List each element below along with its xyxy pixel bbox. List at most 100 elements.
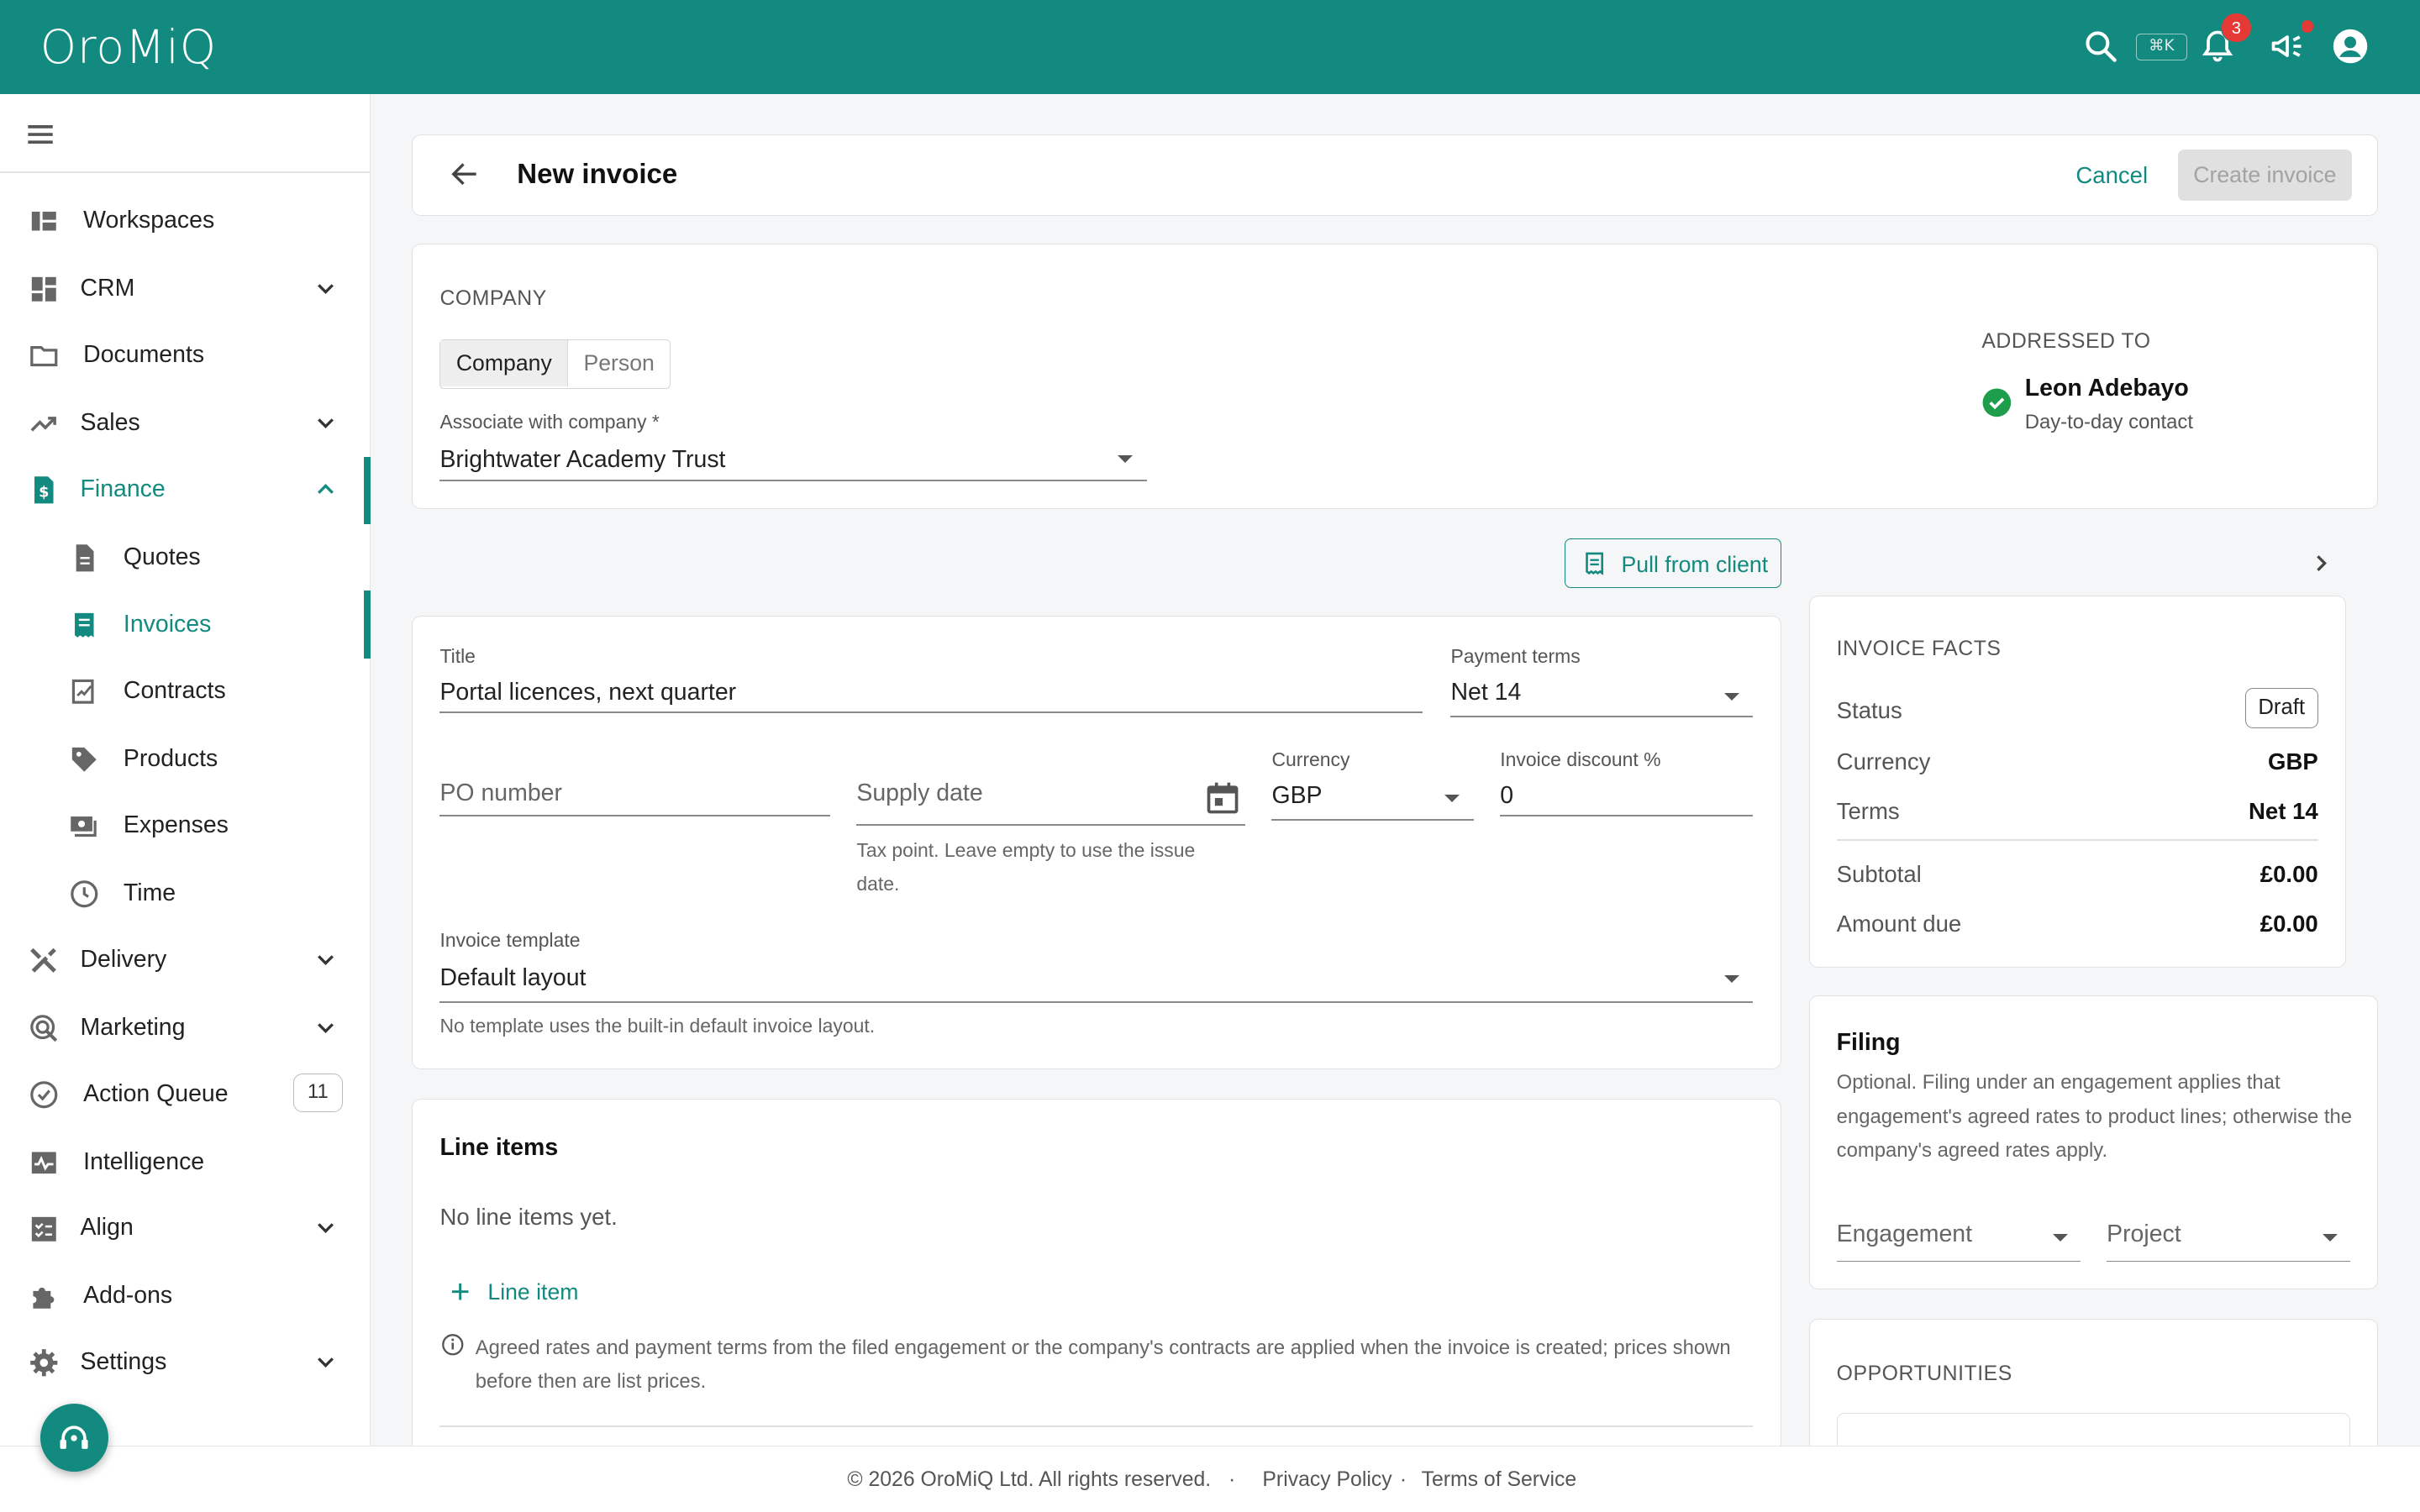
footer-separator: · — [1399, 1467, 1407, 1491]
chevron-down-icon[interactable] — [312, 1214, 339, 1242]
cancel-button[interactable]: Cancel — [2075, 162, 2148, 189]
sidebar-item-expenses[interactable]: Expenses — [0, 795, 371, 856]
help-button[interactable] — [39, 1404, 108, 1473]
sidebar-item-label: Documents — [83, 340, 205, 368]
sidebar-item-label: Sales — [80, 408, 140, 436]
sidebar-item-label: Delivery — [80, 945, 167, 973]
campaign-icon — [30, 1015, 58, 1042]
sidebar-item-label: Action Queue — [83, 1079, 229, 1107]
sidebar-item-marketing[interactable]: Marketing — [0, 997, 371, 1058]
sidebar-item-label: Contracts — [123, 677, 226, 705]
sidebar-item-documents[interactable]: Documents — [0, 324, 371, 386]
currency-select[interactable]: GBP — [1271, 782, 1322, 810]
pull-from-client-button[interactable]: Pull from client — [1565, 538, 1781, 588]
payment-terms-select[interactable]: Net 14 — [1450, 679, 1521, 706]
dropdown-caret-icon[interactable] — [1444, 794, 1460, 802]
associate-company-label: Associate with company * — [439, 410, 660, 433]
dropdown-caret-icon[interactable] — [1117, 454, 1133, 463]
dropdown-caret-icon[interactable] — [1723, 974, 1739, 983]
supply-date-input[interactable]: Supply date — [856, 780, 982, 807]
chevron-down-icon[interactable] — [312, 946, 339, 974]
sidebar-item-label: Invoices — [123, 611, 212, 638]
announcement-dot — [2301, 19, 2314, 33]
title-input[interactable]: Portal licences, next quarter — [439, 679, 736, 706]
sidebar-item-label: Workspaces — [83, 207, 215, 234]
add-line-item-button[interactable]: Line item — [487, 1279, 578, 1305]
back-arrow-icon[interactable] — [448, 157, 481, 191]
invoice-template-helper: No template uses the built-in default in… — [439, 1015, 876, 1037]
pull-from-client-label: Pull from client — [1621, 551, 1769, 577]
po-number-input[interactable]: PO number — [439, 780, 562, 807]
trending-up-icon — [30, 416, 56, 432]
invoice-template-select[interactable]: Default layout — [439, 964, 586, 992]
sidebar-item-products[interactable]: Products — [0, 728, 371, 790]
toggle-person[interactable]: Person — [568, 340, 670, 386]
puzzle-icon — [33, 1288, 55, 1310]
chevron-down-icon[interactable] — [312, 1014, 339, 1042]
field-underline — [1271, 819, 1475, 822]
facts-currency-label: Currency — [1836, 748, 1931, 774]
invoice-facts-title: INVOICE FACTS — [1836, 637, 2002, 660]
field-underline — [1450, 716, 1754, 718]
line-items-title: Line items — [439, 1133, 559, 1161]
top-bar: OroMiQ ⌘K 3 — [0, 0, 2420, 95]
sidebar-item-contracts[interactable]: Contracts — [0, 660, 371, 722]
engagement-select[interactable]: Engagement — [1837, 1221, 1972, 1248]
sidebar-item-settings[interactable]: Settings — [0, 1331, 371, 1393]
invoice-discount-input[interactable]: 0 — [1500, 782, 1513, 810]
dropdown-caret-icon[interactable] — [1723, 692, 1739, 701]
calendar-icon[interactable] — [1204, 780, 1241, 816]
search-icon[interactable] — [2082, 28, 2119, 65]
sidebar-item-quotes[interactable]: Quotes — [0, 526, 371, 587]
sidebar-item-workspaces[interactable]: Workspaces — [0, 190, 371, 251]
supply-date-helper: Tax point. Leave empty to use the issue … — [856, 838, 1196, 895]
dropdown-caret-icon[interactable] — [2323, 1234, 2338, 1242]
invoice-discount-label: Invoice discount % — [1500, 748, 1661, 770]
toggle-company[interactable]: Company — [440, 340, 569, 387]
project-select[interactable]: Project — [2107, 1221, 2181, 1248]
payments-icon — [71, 816, 97, 837]
create-invoice-button[interactable]: Create invoice — [2177, 150, 2353, 201]
brand-logo[interactable]: OroMiQ — [40, 20, 217, 74]
facts-currency-value: GBP — [2268, 748, 2318, 774]
info-icon — [442, 1334, 464, 1356]
footer: © 2026 OroMiQ Ltd. All rights reserved. … — [0, 1445, 2420, 1512]
chevron-right-icon[interactable] — [2307, 549, 2335, 577]
facts-terms-row: Terms Net 14 — [1837, 798, 2318, 829]
sidebar-item-sales[interactable]: Sales — [0, 392, 371, 454]
sidebar-item-finance[interactable]: $ Finance — [0, 458, 371, 519]
facts-due-value: £0.00 — [2260, 910, 2318, 937]
privacy-policy-link[interactable]: Privacy Policy — [1262, 1468, 1392, 1492]
facts-status-label: Status — [1836, 697, 1902, 724]
menu-icon[interactable] — [22, 116, 59, 153]
line-items-note: Agreed rates and payment terms from the … — [475, 1336, 1731, 1394]
sidebar-item-invoices[interactable]: Invoices — [0, 594, 371, 655]
line-items-divider — [439, 1425, 1754, 1427]
sidebar-item-label: Intelligence — [83, 1147, 205, 1175]
folder-icon — [30, 346, 58, 367]
sidebar-item-time[interactable]: Time — [0, 863, 371, 924]
terms-of-service-link[interactable]: Terms of Service — [1422, 1468, 1577, 1492]
addressed-to-label: ADDRESSED TO — [1981, 330, 2151, 354]
sidebar-item-align[interactable]: Align — [0, 1197, 371, 1258]
sidebar-item-crm[interactable]: CRM — [0, 258, 371, 319]
field-underline — [856, 823, 1246, 826]
contact-name[interactable]: Leon Adebayo — [2025, 375, 2189, 402]
chevron-up-icon[interactable] — [312, 475, 339, 503]
sidebar-item-add-ons[interactable]: Add-ons — [0, 1265, 371, 1326]
sidebar-item-intelligence[interactable]: Intelligence — [0, 1131, 371, 1192]
tag-icon — [71, 748, 97, 773]
chevron-down-icon[interactable] — [312, 275, 339, 302]
chevron-down-icon[interactable] — [312, 409, 339, 437]
account-icon[interactable] — [2332, 28, 2369, 65]
dropdown-caret-icon[interactable] — [2052, 1234, 2068, 1242]
associate-company-select[interactable]: Brightwater Academy Trust — [439, 446, 725, 474]
megaphone-icon[interactable] — [2269, 28, 2306, 65]
sidebar-item-action-queue[interactable]: Action Queue 11 — [0, 1063, 371, 1124]
facts-subtotal-row: Subtotal £0.00 — [1837, 861, 2318, 892]
chevron-down-icon[interactable] — [312, 1348, 339, 1376]
sidebar-item-delivery[interactable]: Delivery — [0, 929, 371, 990]
workspaces-icon — [31, 212, 56, 231]
field-underline — [1500, 814, 1754, 816]
plus-icon[interactable] — [448, 1279, 472, 1304]
